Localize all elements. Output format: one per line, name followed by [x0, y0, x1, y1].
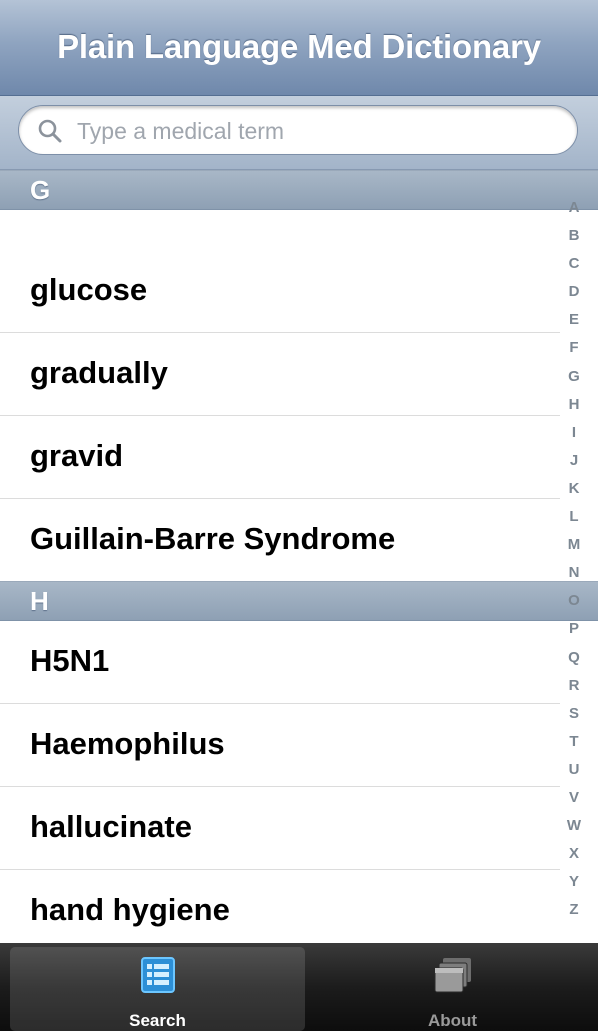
index-letter[interactable]: Y [550, 868, 598, 896]
index-letter[interactable]: X [550, 840, 598, 868]
index-letter[interactable]: H [550, 391, 598, 419]
term-label: Guillain-Barre Syndrome [30, 521, 396, 556]
index-letter[interactable]: B [550, 222, 598, 250]
index-letter[interactable]: W [550, 812, 598, 840]
term-label: hand hygiene [30, 892, 230, 927]
tab-label: About [427, 1011, 478, 1030]
index-letter[interactable]: D [550, 278, 598, 306]
index-letter[interactable]: O [550, 587, 598, 615]
section-index[interactable]: ABCDEFGHIJKLMNOPQRSTUVWXYZ [550, 194, 598, 924]
term-label: hallucinate [30, 809, 192, 844]
index-letter[interactable]: Q [550, 644, 598, 672]
index-letter[interactable]: T [550, 728, 598, 756]
search-icon [38, 119, 62, 143]
section-letter: G [30, 175, 51, 205]
nav-bar: Plain Language Med Dictionary [0, 0, 598, 96]
index-letter[interactable]: P [550, 615, 598, 643]
list-item[interactable]: H5N1 [0, 621, 560, 704]
search-bar [0, 96, 598, 170]
tab-search[interactable]: Search [10, 947, 305, 1031]
index-letter[interactable]: Z [550, 896, 598, 924]
section-header-h: H [0, 581, 598, 621]
term-label: H5N1 [30, 643, 110, 678]
tab-about[interactable]: About [305, 947, 598, 1031]
index-letter[interactable]: L [550, 503, 598, 531]
index-letter[interactable]: U [550, 756, 598, 784]
index-letter[interactable]: K [550, 475, 598, 503]
term-list[interactable]: glaucoma G glucose gradually gravid Guil… [0, 170, 598, 943]
index-letter[interactable]: N [550, 559, 598, 587]
list-item[interactable]: hallucinate [0, 787, 560, 870]
list-item[interactable]: glucose [0, 250, 560, 333]
tab-bar: Search About [0, 943, 598, 1031]
list-item[interactable]: Guillain-Barre Syndrome [0, 499, 560, 582]
windows-icon [434, 958, 471, 993]
term-label: glucose [30, 272, 148, 307]
index-letter[interactable]: F [550, 334, 598, 362]
index-letter[interactable]: M [550, 531, 598, 559]
index-letter[interactable]: E [550, 306, 598, 334]
search-field[interactable] [18, 105, 578, 155]
search-input[interactable] [75, 114, 559, 148]
list-item[interactable]: Haemophilus [0, 704, 560, 787]
list-icon [140, 957, 175, 993]
index-letter[interactable]: J [550, 447, 598, 475]
list-item[interactable]: hand hygiene [0, 870, 560, 943]
list-item[interactable]: gradually [0, 333, 560, 416]
index-letter[interactable]: V [550, 784, 598, 812]
tab-label: Search [129, 1011, 186, 1030]
index-letter[interactable]: C [550, 250, 598, 278]
section-header-g: G [0, 170, 598, 210]
app-title: Plain Language Med Dictionary [57, 28, 541, 65]
index-letter[interactable]: A [550, 194, 598, 222]
list-item[interactable]: gravid [0, 416, 560, 499]
index-letter[interactable]: I [550, 419, 598, 447]
term-label: gravid [30, 438, 124, 473]
index-letter[interactable]: S [550, 700, 598, 728]
index-letter[interactable]: G [550, 363, 598, 391]
term-label: Haemophilus [30, 726, 225, 761]
index-letter[interactable]: R [550, 672, 598, 700]
term-label: gradually [30, 355, 168, 390]
section-letter: H [30, 586, 49, 616]
